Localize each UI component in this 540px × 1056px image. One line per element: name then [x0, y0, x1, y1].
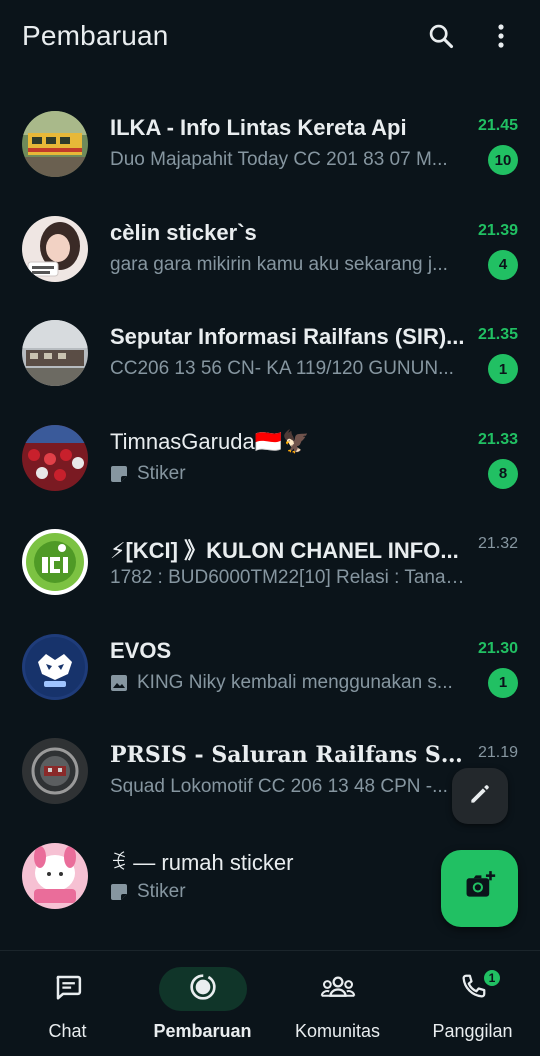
channel-info: ⚡[KCI] 》KULON CHANEL INFO... 1782 : BUD6…: [110, 529, 518, 595]
top-app-bar: Pembaruan: [0, 0, 540, 72]
app-window: Pembaruan ILKA - Info Lintas Kereta Api …: [0, 0, 540, 1056]
channel-row[interactable]: ⚡[KCI] 》KULON CHANEL INFO... 1782 : BUD6…: [0, 510, 540, 615]
nav-label: Chat: [48, 1021, 87, 1041]
channel-name: PRSIS - Saluran Railfans Se Indo...: [110, 742, 470, 769]
channel-last-update: KING Niky kembali menggunakan s...: [110, 672, 470, 694]
update-time: 21.33: [477, 430, 518, 448]
channel-row[interactable]: cèlin sticker`s gara gara mikirin kamu a…: [0, 197, 540, 302]
header-actions: [424, 19, 518, 53]
channel-row[interactable]: EVOS KING Niky kembali menggunakan s... …: [0, 615, 540, 720]
update-time: 21.45: [477, 117, 518, 135]
nav-calls[interactable]: 1 Panggilan: [405, 951, 540, 1056]
unread-badge: 10: [488, 145, 518, 176]
channel-name: Seputar Informasi Railfans (SIR)...: [110, 324, 465, 350]
update-time: 21.32: [477, 535, 518, 553]
edit-text-status-button[interactable]: [452, 768, 508, 824]
update-time: 21.19: [477, 744, 518, 762]
channel-avatar: [22, 111, 88, 178]
image-icon: [110, 674, 128, 692]
channel-name: cèlin sticker`s: [110, 219, 257, 245]
missed-calls-badge: 1: [482, 968, 502, 988]
search-icon[interactable]: [424, 19, 458, 53]
nav-pill: [294, 967, 382, 1011]
bottom-navigation: Chat Pembaruan Komunitas 1 Panggilan: [0, 950, 540, 1056]
channel-info: cèlin sticker`s gara gara mikirin kamu a…: [110, 216, 518, 282]
camera-status-button[interactable]: [441, 850, 518, 927]
channel-name: ꉂ — rumah sticker: [110, 849, 294, 875]
channel-info: EVOS KING Niky kembali menggunakan s... …: [110, 634, 518, 700]
nav-label: Pembaruan: [153, 1021, 252, 1041]
update-time: 21.30: [477, 639, 518, 657]
nav-pill: [429, 967, 517, 1011]
channel-info: TimnasGaruda🇮🇩🦅 Stiker 21.33 8: [110, 425, 518, 491]
channel-name: TimnasGaruda🇮🇩🦅: [110, 428, 310, 454]
channel-last-update: Stiker: [110, 463, 470, 485]
page-title: Pembaruan: [22, 20, 169, 51]
channel-row[interactable]: ILKA - Info Lintas Kereta Api Duo Majapa…: [0, 92, 540, 197]
channel-avatar: [22, 424, 88, 491]
channel-last-update: 1782 : BUD6000TM22[10] Relasi : Tanah A.…: [110, 567, 470, 589]
channel-row[interactable]: Seputar Informasi Railfans (SIR)... CC20…: [0, 301, 540, 406]
channel-last-update: gara gara mikirin kamu aku sekarang j...: [110, 253, 448, 275]
channel-last-update: CC206 13 56 CN- KA 119/120 GUNUN...: [110, 358, 454, 380]
channel-avatar: [22, 529, 88, 596]
nav-label: Komunitas: [294, 1021, 381, 1041]
update-time: 21.35: [477, 326, 518, 344]
channel-avatar: [22, 633, 88, 700]
unread-badge: 4: [488, 249, 518, 280]
unread-badge: 1: [488, 354, 518, 385]
channel-row[interactable]: TimnasGaruda🇮🇩🦅 Stiker 21.33 8: [0, 406, 540, 511]
nav-chat[interactable]: Chat: [0, 951, 135, 1056]
channel-avatar: [22, 738, 88, 805]
channel-last-update: Duo Majapahit Today CC 201 83 07 M...: [110, 149, 448, 171]
update-time: 21.39: [477, 221, 518, 239]
nav-updates[interactable]: Pembaruan: [135, 951, 270, 1056]
camera-plus-icon: [463, 869, 497, 908]
channel-name: ⚡[KCI] 》KULON CHANEL INFO...: [110, 538, 459, 564]
channel-info: ILKA - Info Lintas Kereta Api Duo Majapa…: [110, 111, 518, 177]
sticker-icon: [110, 465, 128, 483]
nav-pill-active: [158, 967, 247, 1011]
community-icon: [319, 972, 357, 1007]
more-vertical-icon[interactable]: [484, 19, 518, 53]
pencil-icon: [467, 781, 493, 812]
channel-name: EVOS: [110, 637, 172, 663]
nav-pill: [24, 967, 112, 1011]
channel-info: Seputar Informasi Railfans (SIR)... CC20…: [110, 320, 518, 386]
channel-avatar: [22, 320, 88, 387]
unread-badge: 8: [488, 458, 518, 489]
nav-label: Panggilan: [432, 1021, 513, 1041]
unread-badge: 1: [488, 667, 518, 698]
channel-avatar: [22, 842, 88, 909]
channel-last-update: Stiker: [110, 881, 470, 903]
channel-avatar: [22, 215, 88, 282]
status-icon: [187, 971, 219, 1008]
sticker-icon: [110, 883, 128, 901]
channel-name: ILKA - Info Lintas Kereta Api: [110, 115, 407, 141]
chat-icon: [53, 972, 83, 1007]
nav-communities[interactable]: Komunitas: [270, 951, 405, 1056]
channel-last-update: Squad Lokomotif CC 206 13 48 CPN -...: [110, 776, 448, 798]
